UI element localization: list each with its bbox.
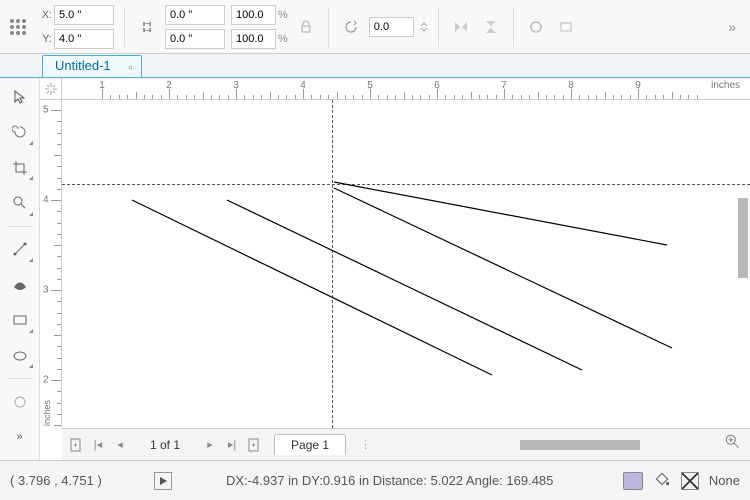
percent-label-2: %: [278, 33, 288, 45]
new-page-icon: [69, 438, 83, 452]
vertical-scrollbar-thumb[interactable]: [738, 198, 748, 278]
prev-page-button[interactable]: ◂: [110, 435, 130, 455]
divider: [124, 7, 125, 47]
mirror-h-button[interactable]: [449, 15, 473, 39]
toolbox-separator: [7, 378, 33, 379]
mirror-horizontal-icon: [453, 19, 469, 35]
size-group: [165, 4, 225, 50]
lock-ratio-button[interactable]: [135, 15, 159, 39]
mirror-v-button[interactable]: [479, 15, 503, 39]
magnifier-plus-icon: [724, 433, 742, 451]
cursor-icon: [12, 89, 28, 105]
play-icon: [158, 476, 168, 486]
divider: [328, 7, 329, 47]
rectangle-tool[interactable]: [5, 305, 35, 334]
freehand-tool[interactable]: [5, 235, 35, 264]
vertical-ruler[interactable]: inches 5432: [40, 100, 62, 428]
percent-label: %: [278, 9, 288, 21]
property-bar: X: Y: % % »: [0, 0, 750, 54]
wrap-icon: [558, 19, 574, 35]
document-tab-bar: Untitled-1 ▫: [0, 54, 750, 78]
zoom-to-fit-button[interactable]: [724, 433, 742, 454]
play-button[interactable]: [154, 472, 172, 490]
pick-tool[interactable]: [5, 82, 35, 111]
property-overflow-button[interactable]: »: [720, 19, 744, 35]
object-origin-button[interactable]: [6, 15, 30, 39]
ellipse-tool[interactable]: [5, 341, 35, 370]
y-input[interactable]: [54, 29, 114, 49]
spiral-icon: [12, 124, 28, 140]
circle-outline-icon: [528, 19, 544, 35]
width-input[interactable]: [165, 5, 225, 25]
ruler-unit-label-v: inches: [42, 400, 52, 426]
page-navigator: |◂ ◂ 1 of 1 ▸ ▸| Page 1 ⋮: [62, 428, 750, 460]
page-counter: 1 of 1: [132, 438, 198, 452]
padlock-icon: [298, 19, 314, 35]
ruler-unit-label: inches: [711, 80, 740, 91]
last-page-button[interactable]: ▸|: [222, 435, 242, 455]
origin-grid-icon: [10, 19, 26, 35]
position-group: X: Y:: [36, 4, 114, 50]
outline-button[interactable]: [524, 15, 548, 39]
page-options-icon[interactable]: ⋮: [360, 438, 371, 451]
horizontal-ruler[interactable]: inches 123456789: [62, 78, 750, 100]
crosshair-icon: [45, 83, 57, 95]
x-label: X:: [36, 9, 52, 21]
fill-indicator[interactable]: [653, 470, 671, 491]
paint-bucket-icon: [653, 470, 671, 488]
rotation-input[interactable]: [369, 17, 414, 37]
rotate-icon: [343, 19, 359, 35]
document-tab[interactable]: Untitled-1 ▫: [42, 55, 142, 77]
spinner-icon[interactable]: [420, 22, 428, 32]
add-page-button[interactable]: [66, 435, 86, 455]
toolbox-expand-button[interactable]: »: [5, 423, 35, 452]
ruler-origin[interactable]: [40, 78, 62, 100]
new-page-icon: [247, 438, 261, 452]
toolbox: »: [0, 78, 40, 460]
status-bar: ( 3.796 , 4.751 ) DX:-4.937 in DY:0.916 …: [0, 460, 750, 500]
cursor-coordinates: ( 3.796 , 4.751 ): [10, 473, 140, 488]
circle-icon: [12, 394, 28, 410]
next-page-button[interactable]: ▸: [200, 435, 220, 455]
mirror-vertical-icon: [483, 19, 499, 35]
status-measurements: DX:-4.937 in DY:0.916 in Distance: 5.022…: [226, 473, 553, 488]
drawing-canvas[interactable]: [62, 100, 750, 428]
divider: [438, 7, 439, 47]
brush-stroke-icon: [12, 277, 28, 293]
wrap-button[interactable]: [554, 15, 578, 39]
rotate-button[interactable]: [339, 15, 363, 39]
main-area: » inches 123456789 inches 5432: [0, 78, 750, 460]
artistic-media-tool[interactable]: [5, 270, 35, 299]
magnifier-icon: [12, 195, 28, 211]
y-label: Y:: [36, 33, 52, 45]
shape-tool[interactable]: [5, 117, 35, 146]
fill-label: None: [709, 473, 740, 488]
scale-group: % %: [231, 4, 288, 50]
page-tab[interactable]: Page 1: [274, 434, 346, 455]
canvas-area: inches 123456789 inches 5432 |◂ ◂ 1 of: [40, 78, 750, 460]
lock-icon: [139, 19, 155, 35]
color-proof-button[interactable]: [623, 472, 643, 490]
first-page-button[interactable]: |◂: [88, 435, 108, 455]
x-input[interactable]: [54, 5, 114, 25]
scale-y-input[interactable]: [231, 29, 276, 49]
ellipse-icon: [12, 348, 28, 364]
document-tab-title: Untitled-1: [55, 58, 111, 73]
rectangle-icon: [12, 312, 28, 328]
crop-tool[interactable]: [5, 153, 35, 182]
add-page-after-button[interactable]: [244, 435, 264, 455]
crop-icon: [12, 160, 28, 176]
zoom-tool[interactable]: [5, 188, 35, 217]
horizontal-scrollbar-thumb[interactable]: [520, 440, 640, 450]
close-icon[interactable]: ▫: [128, 60, 132, 74]
height-input[interactable]: [165, 29, 225, 49]
no-fill-swatch[interactable]: [681, 472, 699, 490]
polygon-tool[interactable]: [5, 387, 35, 416]
scale-x-input[interactable]: [231, 5, 276, 25]
line-segment-icon: [12, 241, 28, 257]
divider: [513, 7, 514, 47]
toolbox-separator: [7, 226, 33, 227]
status-right-group: None: [623, 470, 740, 491]
lock-scale-button[interactable]: [294, 15, 318, 39]
